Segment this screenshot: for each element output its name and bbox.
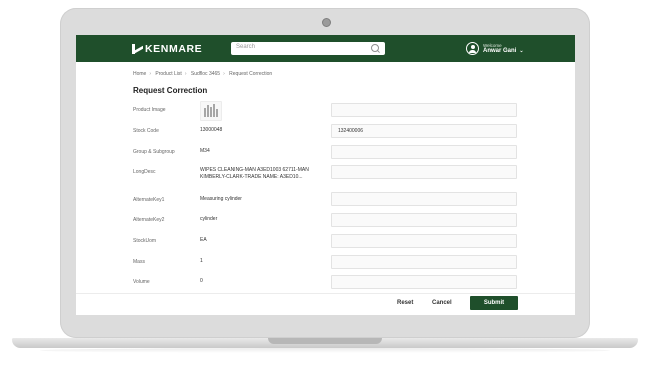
edit-value-stock-code: 132400006 <box>338 128 364 134</box>
value-stock-code: 13000048 <box>200 127 223 133</box>
label-group-subgroup: Group & Subgroup <box>133 149 175 155</box>
user-menu[interactable]: Welcome Anwar Gani ⌄ <box>466 42 524 55</box>
product-image-bar <box>207 105 209 117</box>
app-screen: KENMARE Search Welcome Anwar Gani ⌄ Home ›… <box>76 35 575 315</box>
label-stock-code: Stock Code <box>133 128 159 134</box>
label-volume: Volume <box>133 279 150 285</box>
edit-field-stockuom[interactable] <box>331 234 517 248</box>
value-alternatekey1: Measuring cylinder <box>200 196 242 202</box>
kenmare-logo-icon <box>131 43 143 55</box>
breadcrumb-current: Request Correction <box>229 71 273 77</box>
label-mass: Mass <box>133 259 145 265</box>
edit-field-volume[interactable] <box>331 275 517 289</box>
label-alternatekey1: AlternateKey1 <box>133 197 165 203</box>
edit-field-stock-code[interactable]: 132400006 <box>331 124 517 138</box>
edit-field-mass[interactable] <box>331 255 517 269</box>
breadcrumb-separator-icon: › <box>223 71 225 77</box>
search-placeholder: Search <box>236 43 256 50</box>
user-avatar-icon <box>466 42 479 55</box>
breadcrumb-separator-icon: › <box>149 71 152 77</box>
value-stockuom: EA <box>200 237 207 243</box>
product-image-bar <box>210 107 212 117</box>
label-product-image: Product Image <box>133 107 166 113</box>
edit-field-product-image[interactable] <box>331 103 517 117</box>
product-image-bar <box>213 104 215 117</box>
edit-field-group-subgroup[interactable] <box>331 145 517 159</box>
cancel-button[interactable]: Cancel <box>432 300 452 306</box>
label-stockuom: StockUom <box>133 238 157 244</box>
user-name: Anwar Gani ⌄ <box>483 47 524 54</box>
breadcrumb-home[interactable]: Home <box>133 71 146 77</box>
breadcrumb-product[interactable]: Sudfloc 3465 <box>191 71 220 77</box>
product-image-bar <box>216 109 218 117</box>
laptop-shadow <box>40 348 610 353</box>
laptop-hinge <box>268 338 382 344</box>
submit-button[interactable]: Submit <box>470 296 518 310</box>
brand-name: KENMARE <box>145 43 203 55</box>
breadcrumb-separator-icon: › <box>184 71 187 77</box>
value-mass: 1 <box>200 258 203 264</box>
value-alternatekey2: cylinder <box>200 216 218 222</box>
label-longdesc: LongDesc <box>133 169 156 175</box>
edit-field-alternatekey2[interactable] <box>331 213 517 227</box>
camera-icon <box>322 18 331 27</box>
top-navbar: KENMARE Search Welcome Anwar Gani ⌄ <box>76 35 575 62</box>
value-longdesc: WIPES CLEANING-MAN A3ED1003 62711-MAN KI… <box>200 167 309 180</box>
brand-logo[interactable]: KENMARE <box>131 43 202 55</box>
edit-field-longdesc[interactable] <box>331 165 517 179</box>
chevron-down-icon: ⌄ <box>519 47 524 54</box>
value-group-subgroup: M34 <box>200 148 210 154</box>
search-input[interactable]: Search <box>231 42 385 55</box>
product-image <box>200 101 222 121</box>
search-icon[interactable] <box>371 44 379 52</box>
breadcrumb-product-list[interactable]: Product List <box>155 71 181 77</box>
footer-divider <box>76 293 575 294</box>
reset-button[interactable]: Reset <box>397 300 413 306</box>
edit-field-alternatekey1[interactable] <box>331 192 517 206</box>
value-volume: 0 <box>200 278 203 284</box>
page-title: Request Correction <box>133 86 208 95</box>
breadcrumb: Home › Product List › Sudfloc 3465 › Reques… <box>133 71 272 77</box>
label-alternatekey2: AlternateKey2 <box>133 217 165 223</box>
product-image-bar <box>204 108 206 117</box>
